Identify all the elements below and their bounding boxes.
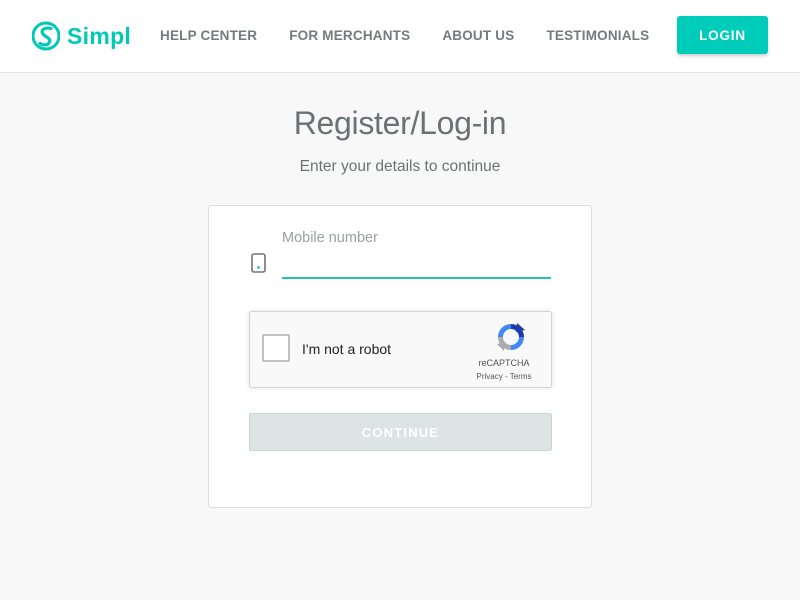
recaptcha-terms-link[interactable]: Terms: [510, 372, 532, 381]
site-header: Simpl HELP CENTER FOR MERCHANTS ABOUT US…: [0, 0, 800, 73]
recaptcha-label: I'm not a robot: [302, 341, 392, 357]
page-subtitle: Enter your details to continue: [299, 158, 501, 175]
main-nav: HELP CENTER FOR MERCHANTS ABOUT US TESTI…: [160, 28, 681, 43]
nav-testimonials[interactable]: TESTIMONIALS: [546, 28, 649, 43]
brand-logo[interactable]: Simpl: [32, 19, 131, 53]
recaptcha-links-separator: -: [502, 372, 510, 381]
recaptcha-checkbox[interactable]: [262, 334, 290, 362]
recaptcha-brand: reCAPTCHA: [478, 358, 530, 368]
recaptcha-logo-icon: [495, 321, 527, 353]
phone-icon: [251, 253, 266, 273]
recaptcha-privacy-link[interactable]: Privacy: [477, 372, 503, 381]
nav-about-us[interactable]: ABOUT US: [442, 28, 514, 43]
mobile-number-label: Mobile number: [282, 230, 378, 246]
page-title: Register/Log-in: [293, 105, 507, 141]
simpl-logo-icon: [32, 20, 60, 52]
recaptcha-links: Privacy - Terms: [469, 372, 539, 381]
nav-help-center[interactable]: HELP CENTER: [160, 28, 257, 43]
mobile-number-input[interactable]: [282, 254, 551, 279]
continue-button[interactable]: CONTINUE: [249, 413, 552, 451]
login-card: Mobile number I'm not a robot reCAPTCHA …: [208, 205, 592, 508]
nav-for-merchants[interactable]: FOR MERCHANTS: [289, 28, 410, 43]
recaptcha-widget: I'm not a robot reCAPTCHA Privacy - Term…: [249, 311, 552, 388]
brand-name: Simpl: [67, 22, 132, 49]
login-button[interactable]: LOGIN: [677, 16, 768, 54]
